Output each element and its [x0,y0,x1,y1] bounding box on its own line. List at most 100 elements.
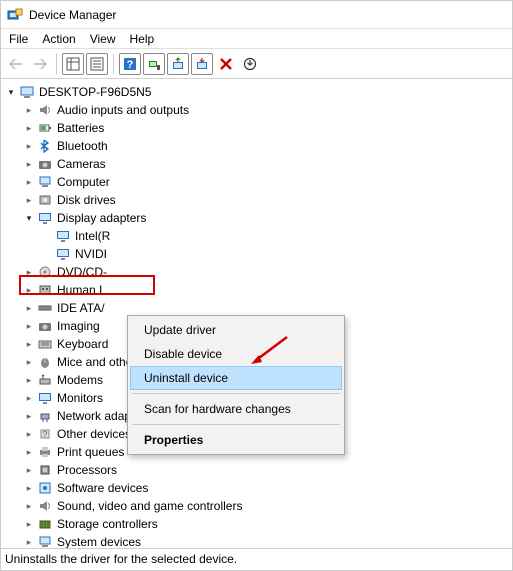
chevron-right-icon[interactable]: ▸ [23,464,35,476]
tree-item-batteries[interactable]: ▸Batteries [23,119,512,137]
device-tree-panel: ▾ DESKTOP-F96D5N5 ▸Audio inputs and outp… [1,79,512,549]
monitor-icon [55,246,71,262]
cpu-icon [37,462,53,478]
scan-hardware-button[interactable] [143,53,165,75]
tree-item-hid[interactable]: ▸Human I [23,281,512,299]
ctx-properties[interactable]: Properties [130,428,342,452]
tree-item-software[interactable]: ▸Software devices [23,479,512,497]
chevron-right-icon[interactable]: ▸ [23,194,35,206]
tree-item-audio[interactable]: ▸Audio inputs and outputs [23,101,512,119]
modem-icon [37,372,53,388]
tree-item-nvidia-gpu[interactable]: ▸NVIDI [41,245,512,263]
tree-item-storage[interactable]: ▸Storage controllers [23,515,512,533]
chevron-right-icon[interactable]: ▸ [23,302,35,314]
ctx-divider [132,424,340,425]
chevron-right-icon[interactable]: ▸ [23,140,35,152]
tree-item-processors[interactable]: ▸Processors [23,461,512,479]
status-bar: Uninstalls the driver for the selected d… [1,549,512,569]
chevron-right-icon[interactable]: ▸ [23,158,35,170]
battery-icon [37,120,53,136]
chevron-right-icon[interactable]: ▸ [23,410,35,422]
tree-root-label: DESKTOP-F96D5N5 [39,85,151,99]
storage-icon [37,516,53,532]
back-button[interactable] [5,53,27,75]
help-button[interactable]: ? [119,53,141,75]
monitor-icon [37,390,53,406]
tree-item-disk-drives[interactable]: ▸Disk drives [23,191,512,209]
chevron-right-icon[interactable]: ▸ [23,104,35,116]
menu-help[interactable]: Help [126,30,165,48]
properties-button[interactable] [86,53,108,75]
monitor-icon [55,228,71,244]
computer-icon [19,84,35,100]
ctx-scan-hardware[interactable]: Scan for hardware changes [130,397,342,421]
speaker-icon [37,102,53,118]
software-icon [37,480,53,496]
tree-root-node[interactable]: ▾ DESKTOP-F96D5N5 [5,83,512,101]
menu-view[interactable]: View [86,30,126,48]
chevron-right-icon[interactable]: ▸ [23,482,35,494]
tree-item-system[interactable]: ▸System devices [23,533,512,549]
menu-action[interactable]: Action [38,30,85,48]
ctx-divider [132,393,340,394]
chevron-right-icon[interactable]: ▸ [23,284,35,296]
title-bar: Device Manager [1,1,512,29]
ctx-disable-device[interactable]: Disable device [130,342,342,366]
tree-item-dvd[interactable]: ▸DVD/CD- [23,263,512,281]
forward-button[interactable] [29,53,51,75]
camera-icon [37,318,53,334]
tree-item-intel-gpu[interactable]: ▸Intel(R [41,227,512,245]
chevron-right-icon[interactable]: ▸ [23,428,35,440]
uninstall-device-button[interactable] [215,53,237,75]
ctx-uninstall-device[interactable]: Uninstall device [130,366,342,390]
chevron-down-icon[interactable]: ▾ [5,86,17,98]
chevron-right-icon[interactable]: ▸ [23,374,35,386]
monitor-icon [37,210,53,226]
hid-icon [37,282,53,298]
app-icon [7,7,23,23]
enable-device-button[interactable] [239,53,261,75]
tree-item-bluetooth[interactable]: ▸Bluetooth [23,137,512,155]
chevron-right-icon[interactable]: ▸ [23,356,35,368]
svg-text:?: ? [43,430,48,439]
toolbar-sep [113,54,114,74]
tree-item-display-adapters[interactable]: ▾Display adapters [23,209,512,227]
menu-file[interactable]: File [5,30,38,48]
update-driver-button[interactable] [167,53,189,75]
speaker-icon [37,498,53,514]
chevron-right-icon[interactable]: ▸ [23,518,35,530]
context-menu: Update driver Disable device Uninstall d… [127,315,345,455]
chevron-down-icon[interactable]: ▾ [23,212,35,224]
network-icon [37,408,53,424]
chevron-right-icon[interactable]: ▸ [23,338,35,350]
system-icon [37,534,53,549]
ctx-update-driver[interactable]: Update driver [130,318,342,342]
chevron-right-icon[interactable]: ▸ [23,320,35,332]
svg-text:?: ? [127,59,134,71]
mouse-icon [37,354,53,370]
chevron-right-icon[interactable]: ▸ [23,500,35,512]
keyboard-icon [37,336,53,352]
status-text: Uninstalls the driver for the selected d… [5,552,237,566]
camera-icon [37,156,53,172]
chevron-right-icon[interactable]: ▸ [23,122,35,134]
disable-device-button[interactable] [191,53,213,75]
other-icon: ? [37,426,53,442]
chevron-right-icon[interactable]: ▸ [23,266,35,278]
chevron-right-icon[interactable]: ▸ [23,392,35,404]
bluetooth-icon [37,138,53,154]
computer-icon [37,174,53,190]
tree-item-computer[interactable]: ▸Computer [23,173,512,191]
tree-item-cameras[interactable]: ▸Cameras [23,155,512,173]
printer-icon [37,444,53,460]
disk-icon [37,192,53,208]
show-hide-tree-button[interactable] [62,53,84,75]
toolbar: ? [1,49,512,79]
ide-icon [37,300,53,316]
tree-item-sound[interactable]: ▸Sound, video and game controllers [23,497,512,515]
chevron-right-icon[interactable]: ▸ [23,446,35,458]
disc-icon [37,264,53,280]
chevron-right-icon[interactable]: ▸ [23,176,35,188]
chevron-right-icon[interactable]: ▸ [23,536,35,548]
window-title: Device Manager [29,8,116,22]
